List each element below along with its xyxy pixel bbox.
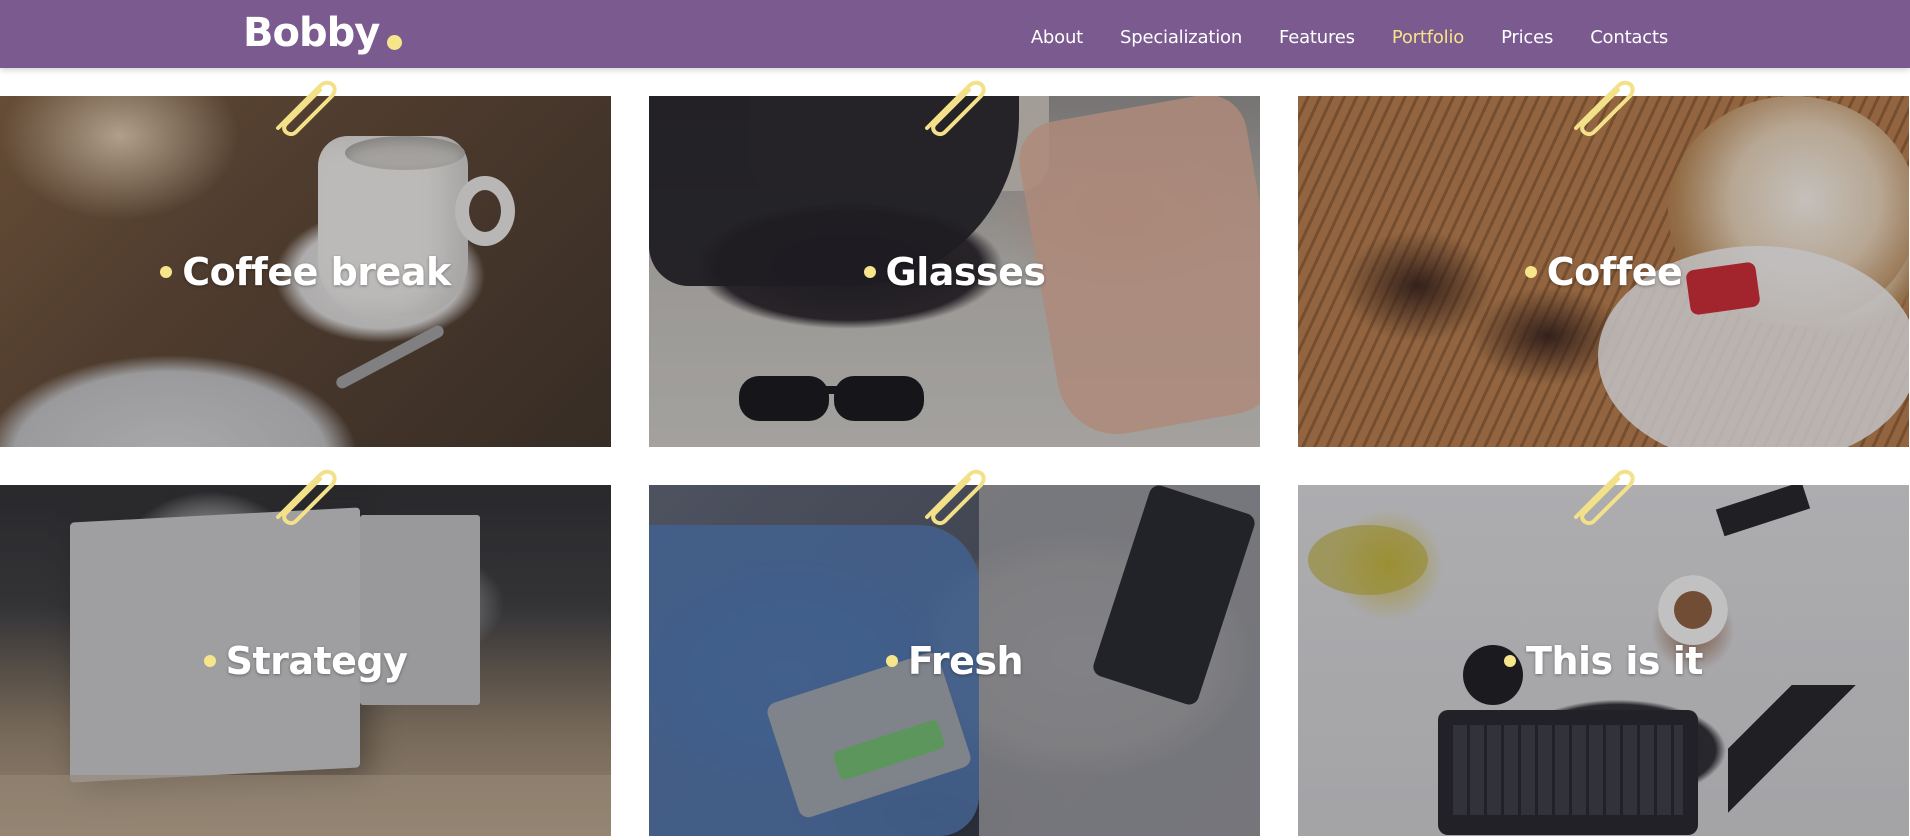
- nav-specialization[interactable]: Specialization: [1120, 27, 1242, 48]
- paperclip-icon: [925, 469, 986, 526]
- tile-caption: Coffee: [1298, 96, 1909, 447]
- portfolio-grid: Coffee break Glasses Coffee Strategy Fre…: [0, 0, 1910, 840]
- portfolio-item-coffee-break[interactable]: Coffee break: [0, 96, 611, 447]
- nav-prices[interactable]: Prices: [1501, 27, 1553, 48]
- bullet-dot-icon: [863, 265, 876, 278]
- nav-about[interactable]: About: [1031, 27, 1083, 48]
- tile-caption: Coffee break: [0, 96, 611, 447]
- logo-text: Bobby: [243, 10, 380, 56]
- portfolio-item-glasses[interactable]: Glasses: [649, 96, 1260, 447]
- paperclip-icon: [1574, 469, 1635, 526]
- tile-title: Coffee: [1546, 249, 1683, 294]
- logo-dot-icon: [387, 35, 403, 50]
- tile-caption: Strategy: [0, 485, 611, 836]
- portfolio-item-coffee[interactable]: Coffee: [1298, 96, 1909, 447]
- tile-title: Glasses: [885, 249, 1047, 294]
- paperclip-icon: [276, 469, 337, 526]
- nav-contacts[interactable]: Contacts: [1590, 27, 1668, 48]
- paperclip-icon: [276, 80, 337, 137]
- tile-title: This is it: [1526, 638, 1703, 683]
- portfolio-item-strategy[interactable]: Strategy: [0, 485, 611, 836]
- paperclip-icon: [925, 80, 986, 137]
- tile-title: Fresh: [907, 638, 1024, 683]
- nav-features[interactable]: Features: [1279, 27, 1355, 48]
- bullet-dot-icon: [1504, 654, 1517, 667]
- tile-title: Coffee break: [182, 249, 451, 294]
- bullet-dot-icon: [203, 654, 216, 667]
- nav-portfolio[interactable]: Portfolio: [1392, 27, 1464, 48]
- bullet-dot-icon: [160, 265, 173, 278]
- tile-caption: Glasses: [649, 96, 1260, 447]
- bullet-dot-icon: [1524, 265, 1537, 278]
- bullet-dot-icon: [885, 654, 898, 667]
- portfolio-item-fresh[interactable]: Fresh: [649, 485, 1260, 836]
- paperclip-icon: [1574, 80, 1635, 137]
- tile-caption: Fresh: [649, 485, 1260, 836]
- tile-title: Strategy: [225, 638, 408, 683]
- main-nav: About Specialization Features Portfolio …: [1031, 0, 1668, 74]
- logo[interactable]: Bobby: [243, 10, 403, 56]
- site-header: Bobby About Specialization Features Port…: [0, 0, 1910, 68]
- tile-caption: This is it: [1298, 485, 1909, 836]
- portfolio-item-this-is-it[interactable]: This is it: [1298, 485, 1909, 836]
